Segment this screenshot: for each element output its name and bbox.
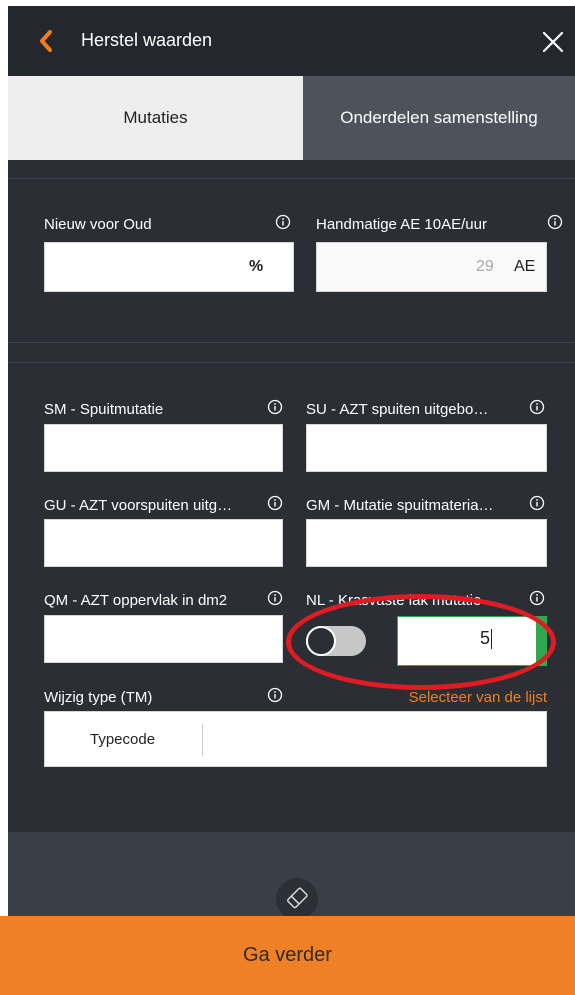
tab-bar: Mutaties Onderdelen samenstelling (8, 76, 575, 160)
back-chevron-icon[interactable] (36, 28, 56, 54)
tab-mutaties[interactable]: Mutaties (8, 76, 303, 160)
sm-input[interactable] (44, 424, 283, 472)
header: Herstel waarden (8, 6, 575, 76)
qm-input[interactable] (44, 615, 283, 663)
select-from-list-link[interactable]: Selecteer van de lijst (409, 689, 547, 706)
handmatige-ae-label: Handmatige AE 10AE/uur (316, 216, 487, 233)
handmatige-ae-input[interactable] (316, 242, 547, 292)
continue-button[interactable]: Ga verder (0, 916, 575, 995)
nieuw-voor-oud-label: Nieuw voor Oud (44, 216, 152, 233)
typecode-field[interactable]: Typecode (44, 711, 547, 767)
info-icon[interactable] (547, 214, 563, 230)
divider (8, 342, 575, 343)
info-icon[interactable] (529, 590, 545, 606)
info-icon[interactable] (267, 687, 283, 703)
divider (8, 362, 575, 363)
gu-input[interactable] (44, 519, 283, 567)
info-icon[interactable] (275, 214, 291, 230)
percent-unit: % (249, 258, 264, 275)
close-icon[interactable] (539, 28, 567, 56)
divider (8, 178, 575, 179)
qm-label: QM - AZT oppervlak in dm2 (44, 592, 228, 609)
su-input[interactable] (306, 424, 547, 472)
gm-input[interactable] (306, 519, 547, 567)
gm-label: GM - Mutatie spuitmateria… (306, 497, 494, 514)
info-icon[interactable] (267, 590, 283, 606)
sm-label: SM - Spuitmutatie (44, 401, 164, 418)
info-icon[interactable] (529, 399, 545, 415)
header-title: Herstel waarden (81, 30, 213, 50)
app: Herstel waarden Mutaties Onderdelen same… (0, 0, 575, 995)
info-icon[interactable] (267, 495, 283, 511)
info-icon[interactable] (529, 495, 545, 511)
divider (202, 724, 203, 756)
gu-label: GU - AZT voorspuiten uitg… (44, 497, 233, 514)
tm-label: Wijzig type (TM) (44, 689, 153, 706)
typecode-label: Typecode (90, 731, 156, 748)
handmatige-ae-value: 29 (476, 258, 494, 275)
edit-panel: Herstel waarden Mutaties Onderdelen same… (8, 6, 575, 995)
eraser-icon[interactable] (276, 878, 318, 920)
ae-unit: AE (514, 258, 536, 275)
su-label: SU - AZT spuiten uitgebo… (306, 401, 489, 418)
info-icon[interactable] (267, 399, 283, 415)
tab-onderdelen-samenstelling[interactable]: Onderdelen samenstelling (303, 76, 575, 160)
highlight-oval (286, 594, 556, 690)
